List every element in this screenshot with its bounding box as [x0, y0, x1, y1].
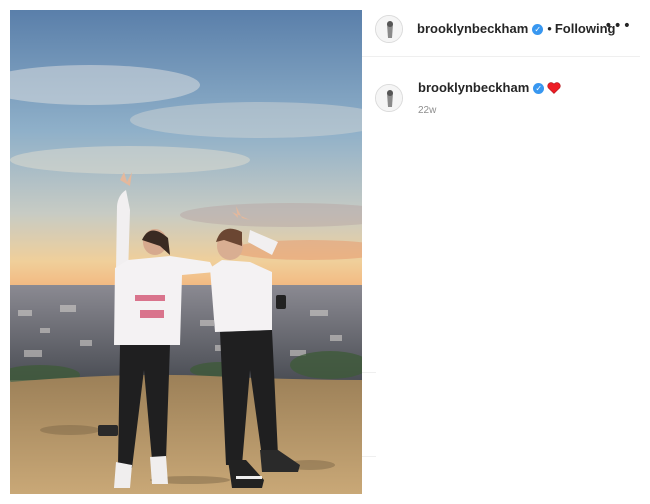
header-user-line: brooklynbeckham ✓ • Following: [417, 21, 615, 36]
post-header: brooklynbeckham ✓ • Following •••: [362, 10, 640, 57]
avatar[interactable]: [375, 15, 403, 43]
caption-comment: brooklynbeckham ✓ 22w: [362, 72, 640, 132]
caption-username-link[interactable]: brooklynbeckham: [418, 80, 529, 95]
caption-line: brooklynbeckham ✓: [418, 80, 561, 97]
avatar-image: [376, 16, 402, 42]
verified-badge-icon: ✓: [533, 83, 545, 94]
separator-dot: •: [547, 21, 552, 36]
more-options-icon[interactable]: •••: [604, 18, 632, 34]
photo-two-people-on-hill-at-sunset: [10, 10, 362, 494]
post-side-panel: brooklynbeckham ✓ • Following ••• brooklynb…: [362, 0, 640, 504]
header-username-link[interactable]: brooklynbeckham: [417, 21, 528, 36]
avatar[interactable]: [375, 84, 403, 112]
heart-emoji: [547, 82, 561, 97]
divider: [362, 456, 376, 457]
post-photo[interactable]: [10, 10, 362, 494]
verified-badge-icon: ✓: [532, 24, 544, 35]
avatar-image: [376, 85, 402, 111]
divider: [362, 372, 376, 373]
post-timestamp[interactable]: 22w: [418, 105, 436, 116]
